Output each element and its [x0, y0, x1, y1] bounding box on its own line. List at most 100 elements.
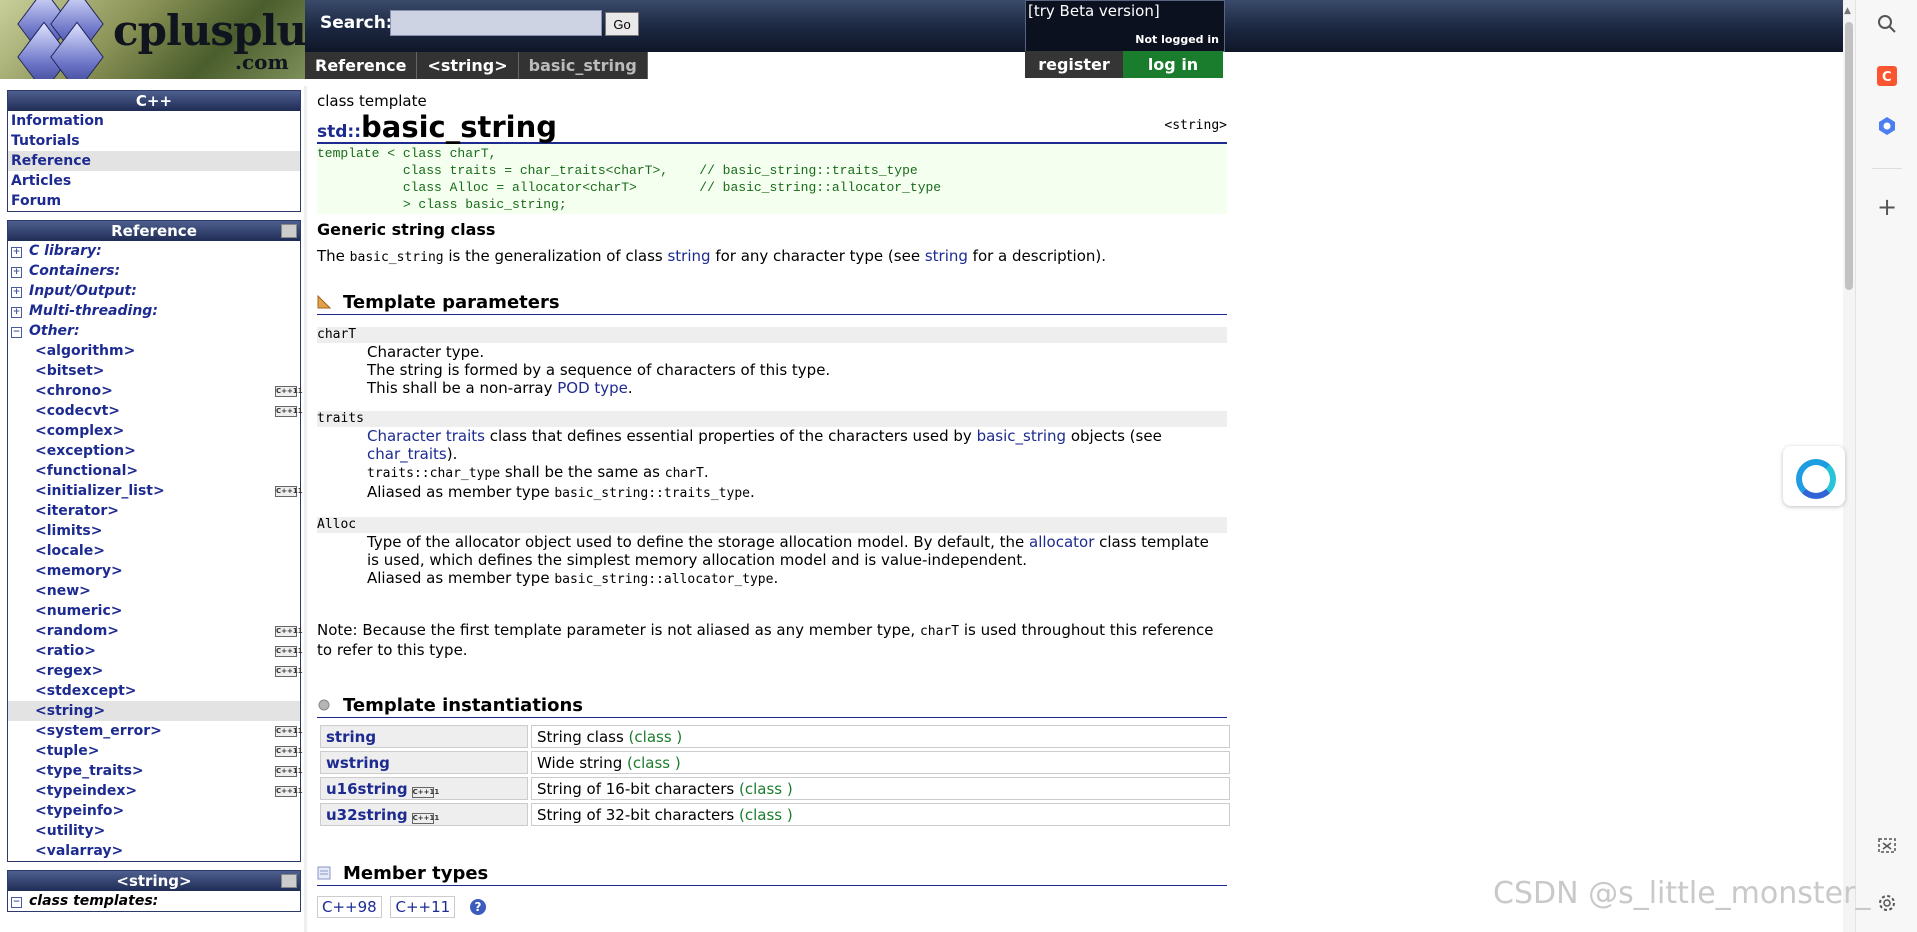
header-link[interactable]: <codecvt> C++11 [8, 401, 303, 421]
code: charT [919, 624, 960, 639]
category-multi-threading[interactable]: + Multi-threading: [8, 301, 300, 321]
category-class-templates[interactable]: − class templates: [8, 891, 300, 911]
pod-type-link[interactable]: POD type [557, 379, 628, 397]
header-link[interactable]: <string> [8, 701, 300, 721]
header-link[interactable]: <typeinfo> [8, 801, 300, 821]
header-link[interactable]: <new> [8, 581, 300, 601]
category-c-library[interactable]: + C library: [8, 241, 300, 261]
header-link[interactable]: <ratio> C++11 [8, 641, 303, 661]
string-link[interactable]: string [667, 247, 710, 265]
instantiations-heading: Template instantiations [317, 695, 1227, 718]
csdn-extension-icon[interactable]: C [1876, 66, 1898, 88]
collapse-icon[interactable]: − [11, 327, 22, 338]
instantiation-link[interactable]: wstring [326, 754, 390, 772]
header-link[interactable]: <complex> [8, 421, 300, 441]
table-row: u32string C++11 String of 32-bit character… [320, 803, 1230, 826]
code: traits::char_type [367, 466, 501, 481]
prototype-line: > class basic_string; [317, 197, 567, 212]
header-link[interactable]: <memory> [8, 561, 300, 581]
cpp11-badge: C++11 [275, 666, 303, 677]
table-row: wstring Wide string (class ) [320, 751, 1230, 774]
header-link[interactable]: <bitset> [8, 361, 300, 381]
note-paragraph: Note: Because the first template paramet… [317, 621, 1227, 659]
header-link[interactable]: <locale> [8, 541, 300, 561]
header-link[interactable]: <tuple> C++11 [8, 741, 303, 761]
instantiation-link[interactable]: u32string [326, 806, 408, 824]
copilot-icon[interactable] [1876, 116, 1898, 138]
expand-icon[interactable]: + [11, 247, 22, 258]
header-label: <complex> [35, 423, 125, 439]
scroll-thumb[interactable] [1845, 22, 1853, 290]
settings-gear-icon[interactable] [1876, 893, 1898, 915]
header-link[interactable]: <numeric> [8, 601, 300, 621]
nav-information[interactable]: Information [8, 111, 300, 131]
expand-icon[interactable]: + [11, 267, 22, 278]
collapse-icon[interactable]: − [11, 897, 22, 908]
header-label: <bitset> [35, 363, 105, 379]
header-link[interactable]: <functional> [8, 461, 300, 481]
scroll-up-icon[interactable]: ▲ [1844, 6, 1851, 16]
nav-tutorials[interactable]: Tutorials [8, 131, 300, 151]
header-link[interactable]: <utility> [8, 821, 300, 841]
cpp11-badge: C++11 [275, 486, 303, 497]
page-title: basic_string [361, 110, 558, 144]
category-label: C library: [29, 243, 102, 259]
nav-reference[interactable]: Reference [8, 151, 300, 171]
intro-paragraph: The basic_string is the generalization o… [317, 247, 1227, 267]
help-icon[interactable]: ? [469, 899, 486, 915]
description: String of 16-bit characters [537, 779, 740, 798]
breadcrumb-reference[interactable]: Reference [305, 52, 418, 79]
allocator-link[interactable]: allocator [1029, 533, 1094, 551]
header-link[interactable]: <random> C++11 [8, 621, 303, 641]
search-icon[interactable] [1876, 14, 1898, 36]
header-label: <utility> [35, 823, 106, 839]
add-icon[interactable]: + [1876, 195, 1898, 219]
nav-articles[interactable]: Articles [8, 171, 300, 191]
try-beta-link[interactable]: [try Beta version] [1028, 2, 1160, 20]
header-link[interactable]: <typeindex> C++11 [8, 781, 303, 801]
char-traits-link[interactable]: char_traits [367, 445, 447, 463]
header-link[interactable]: <iterator> [8, 501, 300, 521]
category-containers[interactable]: + Containers: [8, 261, 300, 281]
sidebar: C++ Information Tutorials Reference Arti… [7, 90, 303, 920]
header-link[interactable]: <type_traits> C++11 [8, 761, 303, 781]
kind-label: (class ) [628, 727, 683, 746]
register-button[interactable]: register [1025, 51, 1123, 78]
text: . [773, 569, 779, 587]
triangle-ruler-icon [317, 295, 331, 309]
main-content: class template std::basic_string <string… [317, 92, 1230, 918]
header-link[interactable]: <stdexcept> [8, 681, 300, 701]
character-traits-link[interactable]: Character traits [367, 427, 485, 445]
cplusplus-logo[interactable]: cplusplus .com [0, 0, 305, 79]
collapse-toggle-icon[interactable] [281, 874, 297, 888]
instantiation-link[interactable]: string [326, 728, 376, 746]
collapse-toggle-icon[interactable] [281, 224, 297, 238]
category-input-output[interactable]: + Input/Output: [8, 281, 300, 301]
header-link[interactable]: <exception> [8, 441, 300, 461]
category-other[interactable]: − Other: [8, 321, 300, 341]
expand-icon[interactable]: + [11, 287, 22, 298]
login-button[interactable]: log in [1123, 51, 1223, 78]
floating-assistant-button[interactable] [1783, 446, 1845, 506]
screenshot-icon[interactable] [1876, 836, 1898, 858]
nav-forum[interactable]: Forum [8, 191, 300, 211]
tab-cpp98[interactable]: C++98 [317, 896, 382, 918]
string-link[interactable]: string [925, 247, 968, 265]
expand-icon[interactable]: + [11, 307, 22, 318]
header-link[interactable]: <initializer_list> C++11 [8, 481, 303, 501]
header-link[interactable]: <algorithm> [8, 341, 300, 361]
header-link[interactable]: <limits> [8, 521, 300, 541]
breadcrumb-string-header[interactable]: <string> [417, 52, 519, 79]
tab-cpp11[interactable]: C++11 [390, 896, 456, 918]
instantiation-link[interactable]: u16string [326, 780, 408, 798]
header-label: <string> [35, 703, 106, 719]
search-go-button[interactable]: Go [605, 12, 639, 36]
header-file-label: <string> [1164, 118, 1227, 133]
header-link[interactable]: <valarray> [8, 841, 300, 861]
header-link[interactable]: <chrono> C++11 [8, 381, 303, 401]
header-link[interactable]: <regex> C++11 [8, 661, 303, 681]
cpp11-badge: C++11 [275, 746, 303, 757]
search-input[interactable] [390, 10, 602, 36]
header-link[interactable]: <system_error> C++11 [8, 721, 303, 741]
basic-string-link[interactable]: basic_string [977, 427, 1067, 445]
